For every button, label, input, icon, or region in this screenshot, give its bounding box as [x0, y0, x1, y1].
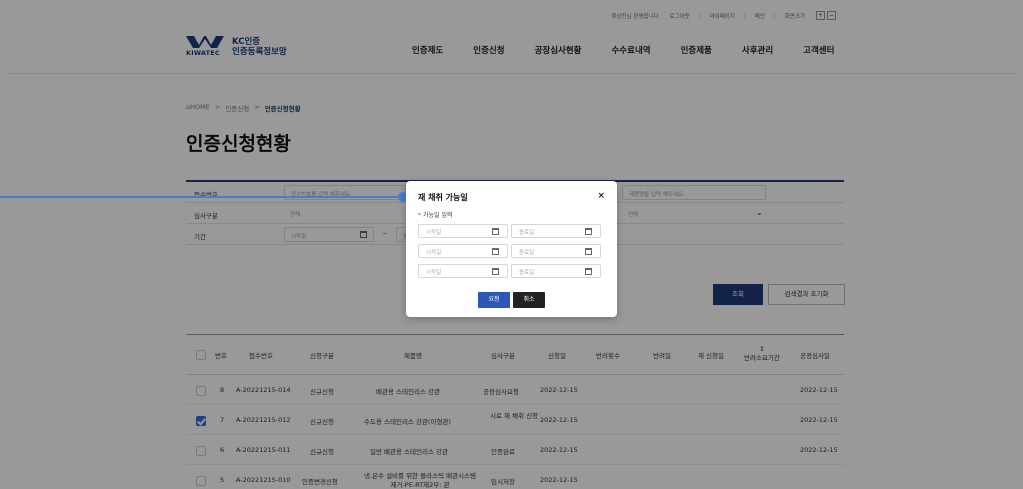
cancel-button[interactable]: 취소 [513, 292, 545, 308]
end-date-input-1[interactable]: 종료일 [511, 224, 601, 238]
end-date-input-2[interactable]: 종료일 [511, 244, 601, 258]
start-date-placeholder: 시작일 [426, 270, 442, 276]
calendar-icon[interactable] [492, 248, 499, 255]
start-date-input-2[interactable]: 시작일 [418, 244, 508, 258]
request-button[interactable]: 요청 [478, 292, 510, 308]
required-mark: * [418, 212, 421, 219]
modal-title: 재 채취 가능일 [418, 193, 468, 202]
modal-subtitle-text: 가능일 입력 [423, 212, 453, 219]
start-date-input-3[interactable]: 시작일 [418, 264, 508, 278]
end-date-placeholder: 종료일 [519, 270, 535, 276]
start-date-placeholder: 시작일 [426, 230, 442, 236]
pointer-line [0, 196, 401, 198]
end-date-placeholder: 종료일 [519, 250, 535, 256]
start-date-placeholder: 시작일 [426, 250, 442, 256]
end-date-placeholder: 종료일 [519, 230, 535, 236]
end-date-input-3[interactable]: 종료일 [511, 264, 601, 278]
start-date-input-1[interactable]: 시작일 [418, 224, 508, 238]
resample-date-modal: 재 채취 가능일 × * 가능일 입력 시작일 종료일 시작일 종료일 시작일 종… [406, 181, 617, 317]
close-icon[interactable]: × [597, 191, 605, 201]
calendar-icon[interactable] [492, 228, 499, 235]
calendar-icon[interactable] [492, 268, 499, 275]
calendar-icon[interactable] [585, 248, 592, 255]
calendar-icon[interactable] [585, 268, 592, 275]
modal-subtitle: * 가능일 입력 [418, 210, 453, 219]
calendar-icon[interactable] [585, 228, 592, 235]
